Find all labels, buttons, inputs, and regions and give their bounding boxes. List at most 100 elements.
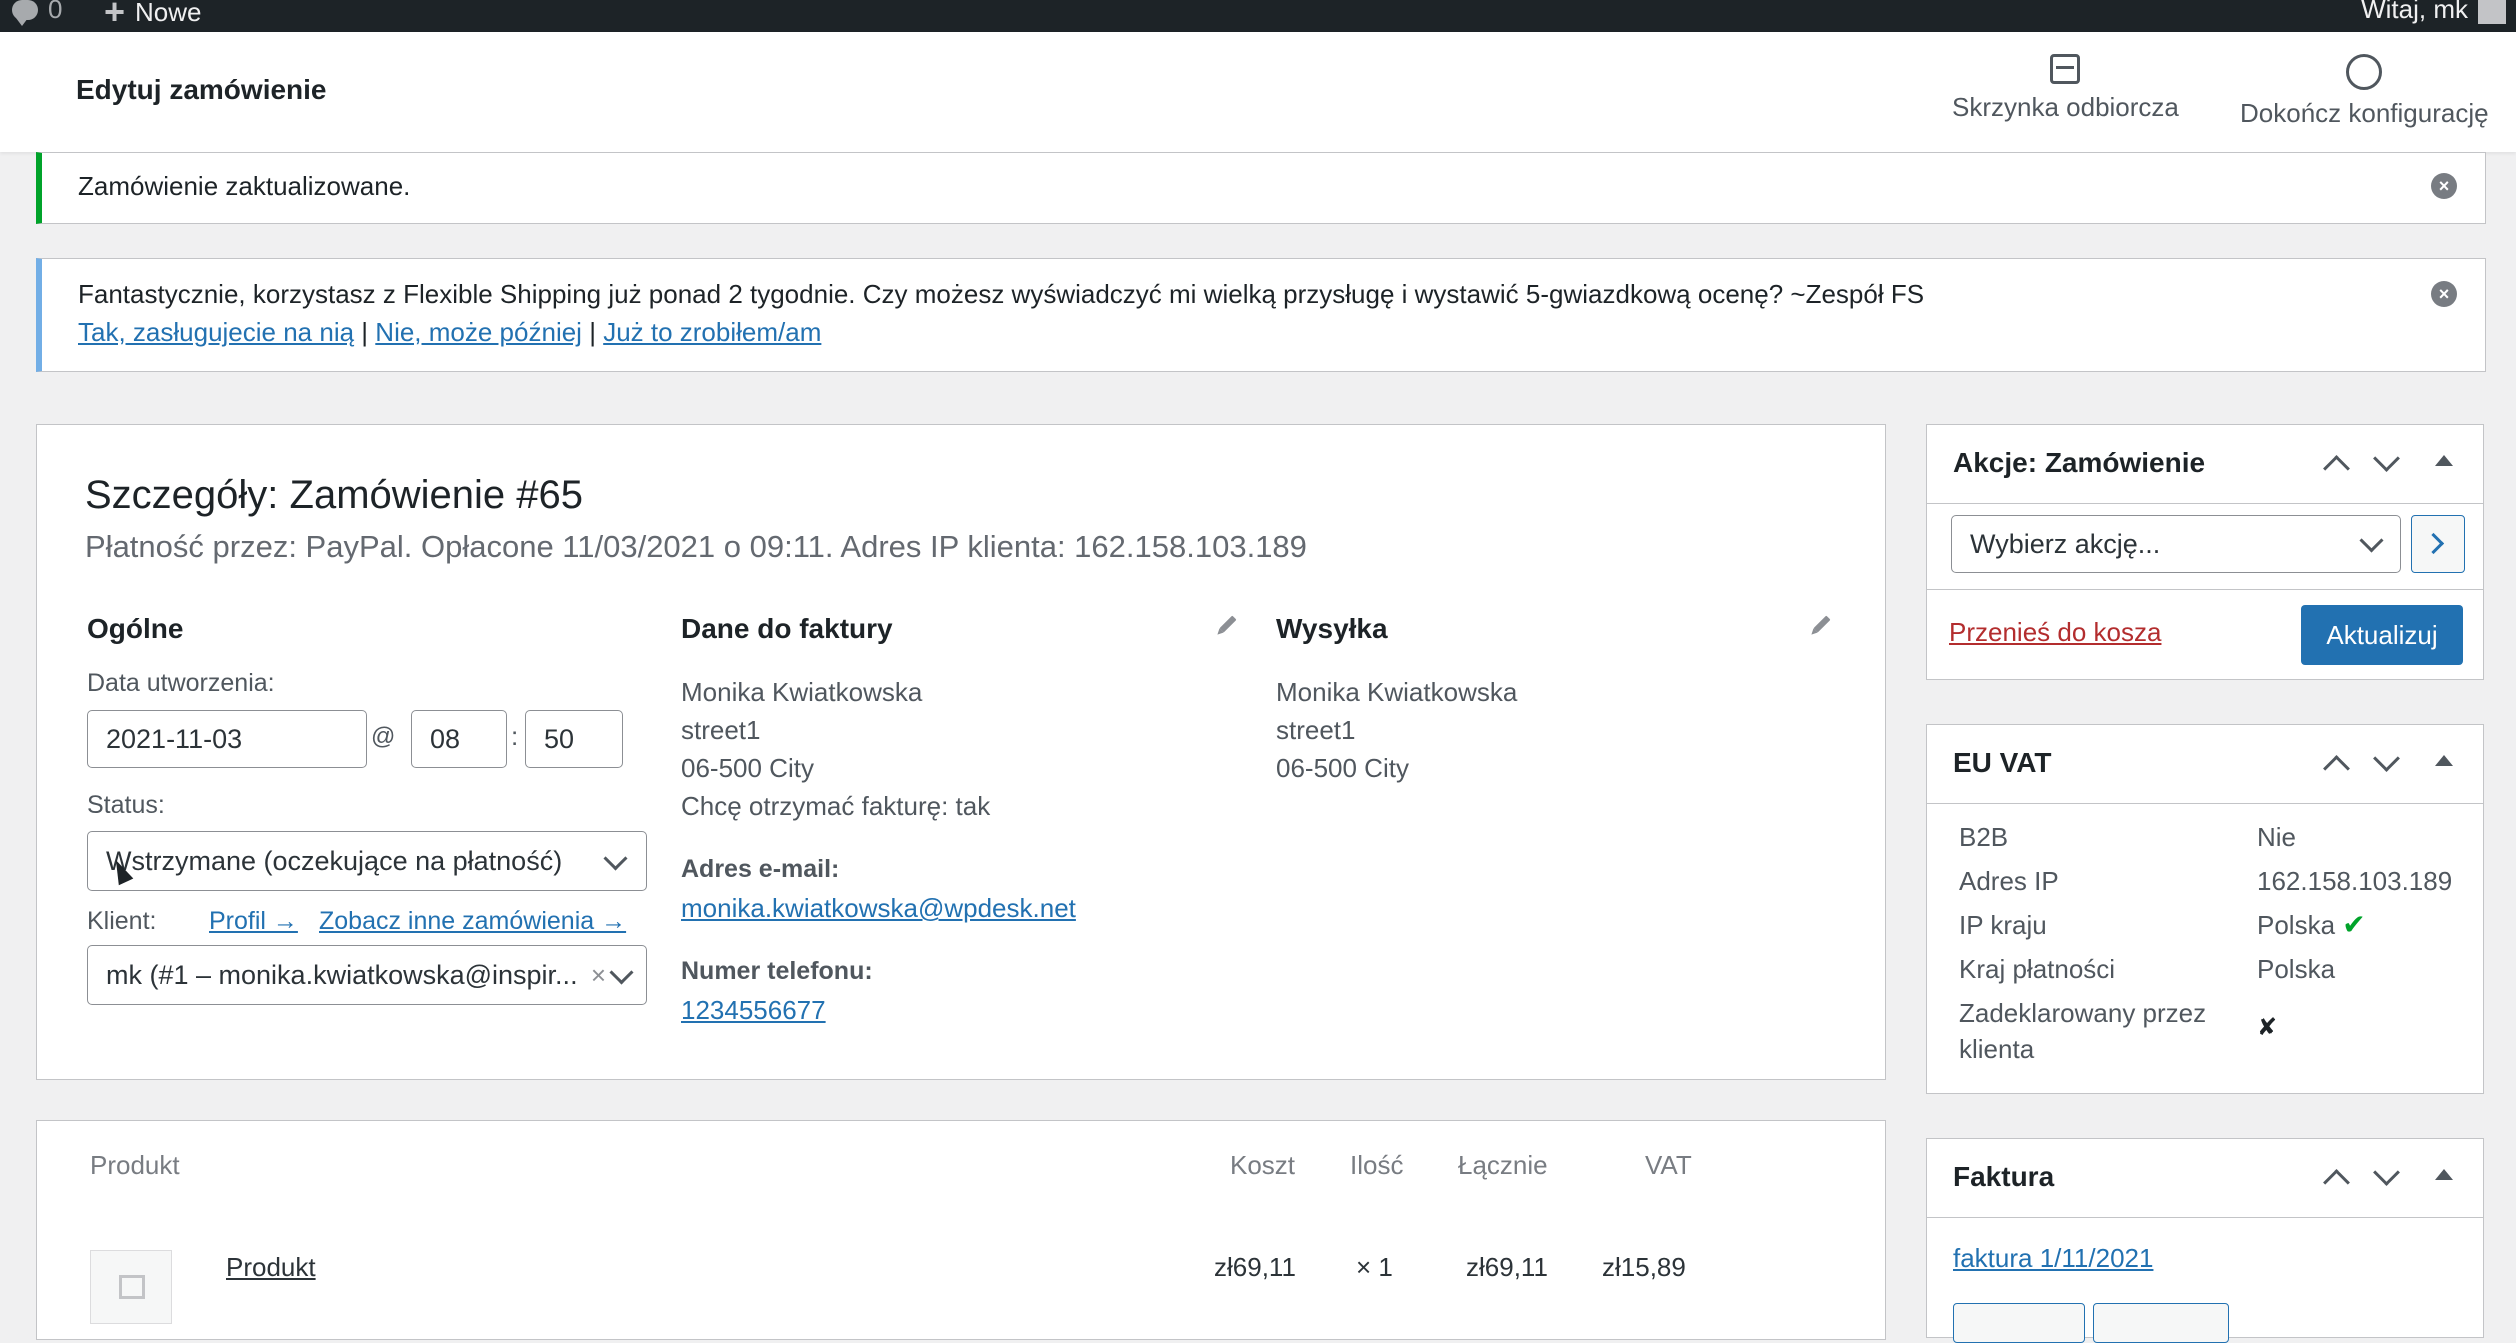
notice-flexible-shipping: Fantastycznie, korzystasz z Flexible Shi… (36, 258, 2486, 372)
toggle-icon[interactable] (2435, 755, 2453, 766)
order-meta: Płatność przez: PayPal. Opłacone 11/03/2… (85, 529, 1307, 564)
vat-key: Kraj płatności (1959, 954, 2116, 984)
vat-value: Nie (2257, 822, 2297, 852)
invoice-link[interactable]: faktura 1/11/2021 (1953, 1243, 2153, 1274)
billing-name: Monika Kwiatkowska (681, 677, 923, 707)
shipping-address: Monika Kwiatkowska street1 06-500 City (1276, 673, 1517, 787)
product-qty: × 1 (1356, 1252, 1393, 1282)
comment-icon (12, 0, 38, 26)
vat-value: 162.158.103.189 (2257, 866, 2453, 896)
chevron-down-icon (609, 960, 634, 985)
toggle-icon[interactable] (2435, 1169, 2453, 1180)
vat-key: Adres IP (1959, 866, 2059, 896)
product-total: zł69,11 (1466, 1252, 1548, 1282)
invoice-title: Faktura (1953, 1161, 2055, 1192)
product-vat: zł15,89 (1602, 1252, 1686, 1282)
client-label: Klient: (87, 907, 157, 935)
client-select[interactable]: mk (#1 – monika.kwiatkowska@inspir... × (87, 945, 647, 1005)
move-to-trash-link[interactable]: Przenieś do kosza (1949, 617, 2161, 648)
pencil-icon[interactable] (1219, 615, 1237, 633)
link-separator: | (589, 317, 596, 347)
toggle-icon[interactable] (2435, 455, 2453, 466)
invoice-action-button[interactable] (1953, 1303, 2085, 1343)
new-content-link[interactable]: + Nowe (104, 0, 202, 30)
status-label: Status: (87, 791, 165, 819)
date-input[interactable]: 2021-11-03 (87, 710, 367, 768)
billing-phone-link[interactable]: 1234556677 (681, 995, 826, 1026)
page-header: Edytuj zamówienie Skrzynka odbiorcza Dok… (0, 32, 2516, 152)
arrow-down-icon[interactable] (2373, 445, 2400, 472)
col-cost: Koszt (1230, 1150, 1296, 1180)
minute-input[interactable]: 50 (525, 710, 623, 768)
client-profile-link[interactable]: Profil → (209, 907, 298, 936)
eu-vat-box: EU VAT B2B Nie Adres IP 162.158.103.189 … (1926, 724, 2484, 1094)
status-value: Wstrzymane (oczekujące na płatność) (106, 845, 563, 876)
update-button[interactable]: Aktualizuj (2301, 605, 2463, 665)
link-separator: | (361, 317, 369, 347)
invoice-action-button[interactable] (2093, 1303, 2229, 1343)
my-account-link[interactable]: Witaj, mk (2361, 0, 2506, 25)
circle-icon (2346, 54, 2383, 90)
rate-later-link[interactable]: Nie, może później (375, 317, 582, 347)
vat-key: IP kraju (1959, 910, 2047, 940)
comments-link[interactable]: 0 (12, 0, 63, 26)
billing-invoice: Chcę otrzymać fakturę: tak (681, 791, 991, 821)
order-action-placeholder: Wybierz akcję... (1970, 528, 2161, 559)
phone-label: Numer telefonu: (681, 957, 873, 985)
arrow-down-icon[interactable] (2373, 1159, 2400, 1186)
shipping-name: Monika Kwiatkowska (1276, 677, 1518, 707)
billing-heading: Dane do faktury (681, 613, 893, 644)
arrow-up-icon[interactable] (2323, 455, 2350, 482)
order-action-select[interactable]: Wybierz akcję... (1951, 515, 2401, 573)
col-vat: VAT (1645, 1150, 1692, 1180)
image-placeholder-icon (90, 1250, 172, 1324)
checkmark-icon: ✔ (2342, 909, 2366, 940)
plus-icon: + (104, 0, 126, 32)
vat-value: Polska (2257, 910, 2336, 940)
arrow-up-icon[interactable] (2323, 1169, 2350, 1196)
invoice-box: Faktura faktura 1/11/2021 (1926, 1138, 2484, 1343)
notice-updated-text: Zamówienie zaktualizowane. (78, 171, 411, 201)
apply-action-button[interactable] (2411, 515, 2465, 573)
chevron-down-icon (603, 846, 628, 871)
hour-input[interactable]: 08 (411, 710, 507, 768)
arrow-down-icon[interactable] (2373, 745, 2400, 772)
inbox-label: Skrzynka odbiorcza (1952, 92, 2179, 122)
finish-setup-button[interactable]: Dokończ konfigurację (2240, 54, 2489, 129)
dismiss-icon[interactable]: × (2431, 173, 2457, 199)
chevron-right-icon (2422, 532, 2445, 555)
admin-bar: 0 + Nowe Witaj, mk (0, 0, 2516, 32)
billing-city: 06-500 City (681, 753, 814, 783)
clear-client-icon[interactable]: × (591, 960, 606, 991)
vat-key: Zadeklarowany przez klienta (1959, 998, 2207, 1064)
product-link[interactable]: Produkt (226, 1252, 316, 1283)
rate-yes-link[interactable]: Tak, zasługujecie na nią (78, 317, 354, 347)
product-cost: zł69,11 (1214, 1252, 1296, 1282)
order-items-panel (36, 1120, 1886, 1340)
billing-address: Monika Kwiatkowska street1 06-500 City C… (681, 673, 990, 825)
col-qty: Ilość (1350, 1150, 1404, 1180)
at-sign: @ (371, 723, 396, 750)
notice-updated: Zamówienie zaktualizowane. × (36, 152, 2486, 224)
avatar-icon (2478, 0, 2506, 24)
billing-email-link[interactable]: monika.kwiatkowska@wpdesk.net (681, 893, 1076, 924)
status-select[interactable]: Wstrzymane (oczekujące na płatność) (87, 831, 647, 891)
dismiss-icon[interactable]: × (2431, 281, 2457, 307)
created-label: Data utworzenia: (87, 669, 275, 697)
finish-setup-label: Dokończ konfigurację (2240, 98, 2489, 128)
vat-key: B2B (1959, 822, 2009, 852)
order-data-panel: Szczegóły: Zamówienie #65 Płatność przez… (36, 424, 1886, 1080)
eu-vat-title: EU VAT (1953, 747, 2052, 778)
general-heading: Ogólne (87, 613, 184, 644)
client-orders-link[interactable]: Zobacz inne zamówienia → (319, 907, 626, 936)
inbox-button[interactable]: Skrzynka odbiorcza (1952, 54, 2179, 123)
rate-done-link[interactable]: Już to zrobiłem/am (603, 317, 821, 347)
new-label: Nowe (135, 0, 202, 27)
cross-icon: ✘ (2257, 1014, 2278, 1041)
comments-count: 0 (48, 0, 63, 24)
arrow-up-icon[interactable] (2323, 755, 2350, 782)
shipping-street: street1 (1276, 715, 1356, 745)
pencil-icon[interactable] (1813, 615, 1831, 633)
client-value: mk (#1 – monika.kwiatkowska@inspir... (106, 959, 578, 990)
email-label: Adres e-mail: (681, 855, 840, 883)
